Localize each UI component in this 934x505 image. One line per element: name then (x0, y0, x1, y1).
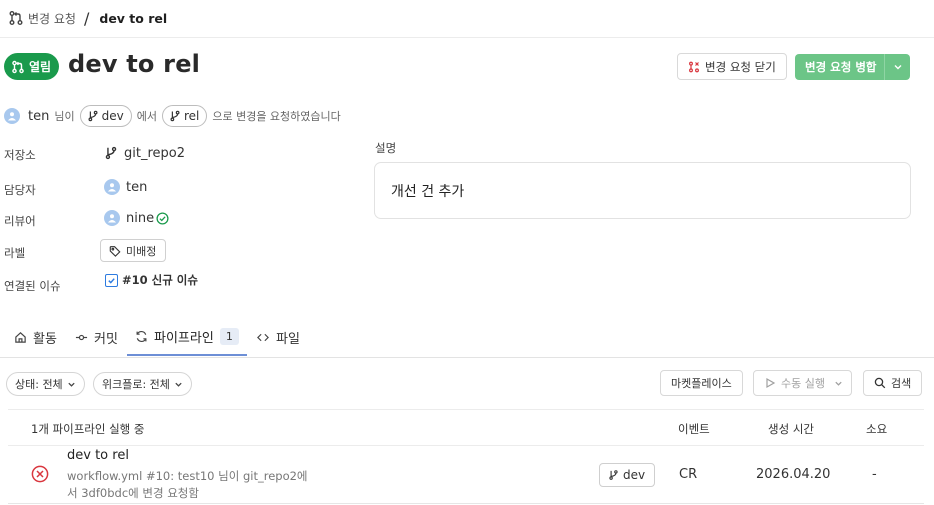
breadcrumb-section-link[interactable]: 변경 요청 (28, 10, 76, 27)
linked-issue-link[interactable]: #10 신규 이슈 (105, 272, 198, 288)
merge-button[interactable]: 변경 요청 병합 (795, 54, 887, 80)
run-branch-label: dev (623, 468, 646, 482)
search-icon (874, 377, 886, 389)
code-icon (256, 331, 270, 344)
run-duration: - (872, 467, 877, 482)
pipeline-run-title[interactable]: dev to rel (67, 448, 129, 463)
close-request-button[interactable]: 변경 요청 닫기 (677, 53, 787, 80)
request-summary: ten 님이 dev 에서 rel 으로 변경을 요청하였습니다 (4, 105, 341, 127)
branch-icon (87, 110, 99, 122)
description-box: 개선 건 추가 (374, 162, 911, 219)
status-filter-label: 상태: 전체 (15, 378, 63, 391)
reviewer-name: nine (126, 210, 155, 226)
labels-button[interactable]: 미배정 (100, 239, 167, 262)
run-event: CR (679, 467, 698, 482)
column-header-duration: 소요 (866, 422, 888, 436)
home-icon (14, 331, 27, 344)
run-created-time: 2026.04.20 (756, 467, 831, 482)
requester-name[interactable]: ten (28, 109, 49, 124)
pipeline-icon (135, 330, 148, 343)
status-filter[interactable]: 상태: 전체 (6, 372, 85, 396)
pipeline-run-detail: workflow.yml #10: test10 님이 git_repo2에서 … (67, 469, 308, 500)
chevron-down-icon (174, 380, 183, 389)
merge-options-dropdown[interactable] (884, 54, 910, 80)
breadcrumb-separator: / (83, 8, 90, 28)
repository-branch-icon (104, 145, 118, 161)
page-title: dev to rel (68, 50, 201, 78)
status-badge-label: 열림 (29, 60, 52, 74)
assignee-name: ten (126, 179, 148, 195)
assignee-label: 담당자 (4, 183, 36, 197)
marketplace-label: 마켓플레이스 (671, 377, 732, 390)
chevron-down-icon (834, 379, 843, 388)
status-badge: 열림 (4, 53, 60, 80)
branch-icon (169, 110, 181, 122)
tab-count-badge: 1 (219, 327, 239, 345)
avatar (104, 210, 120, 226)
description-label: 설명 (375, 141, 397, 155)
source-branch-label: dev (101, 109, 124, 123)
pipeline-run-summary: 1개 파이프라인 실행 중 (31, 422, 145, 436)
repository-name: git_repo2 (124, 145, 185, 161)
search-button[interactable]: 검색 (863, 370, 923, 396)
column-header-created: 생성 시간 (768, 422, 814, 436)
tab-pipelines[interactable]: 파이프라인 1 (127, 318, 247, 356)
breadcrumb: 변경 요청 / dev to rel (8, 8, 167, 28)
repository-value[interactable]: git_repo2 (104, 145, 185, 161)
tag-icon (109, 245, 121, 257)
tab-activity[interactable]: 활동 (14, 318, 57, 356)
request-text: 으로 변경을 요청하였습니다 (212, 110, 341, 123)
failed-status-icon (31, 465, 49, 483)
close-merge-request-icon (688, 61, 700, 73)
request-text: 님이 (54, 110, 75, 123)
tab-label: 파일 (276, 331, 300, 347)
reviewer-label: 리뷰어 (4, 214, 36, 228)
target-branch-pill[interactable]: rel (161, 105, 208, 127)
tab-label: 활동 (33, 331, 57, 347)
description-text: 개선 건 추가 (391, 184, 465, 200)
manual-run-button[interactable]: 수동 실행 (753, 370, 852, 396)
linked-issue-text: #10 신규 이슈 (122, 273, 198, 287)
reviewer-value[interactable]: nine (104, 210, 169, 226)
avatar (104, 179, 120, 195)
chevron-down-icon (893, 62, 903, 72)
source-branch-pill[interactable]: dev (79, 105, 132, 127)
merge-request-icon (8, 10, 24, 26)
commit-icon (75, 331, 88, 344)
close-request-label: 변경 요청 닫기 (705, 59, 776, 74)
repository-label: 저장소 (4, 148, 36, 162)
merge-request-icon (11, 60, 25, 74)
linked-issue-label: 연결된 이슈 (4, 279, 61, 293)
chevron-down-icon (67, 380, 76, 389)
target-branch-label: rel (183, 109, 200, 123)
play-icon (764, 377, 776, 389)
breadcrumb-current: dev to rel (99, 10, 168, 26)
request-text: 에서 (136, 110, 157, 123)
assignee-value[interactable]: ten (104, 179, 147, 195)
column-header-event: 이벤트 (678, 422, 710, 436)
search-label: 검색 (891, 377, 912, 390)
row-divider (8, 503, 924, 504)
labels-value: 미배정 (126, 244, 157, 258)
branch-icon (608, 469, 619, 481)
tabs-divider (0, 357, 934, 358)
workflow-filter-label: 위크플로: 전체 (102, 378, 170, 391)
workflow-filter[interactable]: 위크플로: 전체 (93, 372, 192, 396)
tab-label: 파이프라인 (154, 330, 214, 346)
check-circle-icon (156, 211, 169, 225)
issue-checkbox-icon (105, 273, 118, 287)
tab-files[interactable]: 파일 (256, 318, 300, 356)
tab-bar: 활동 커밋 파이프라인 1 파일 (0, 318, 934, 358)
labels-label: 라벨 (4, 246, 26, 260)
marketplace-button[interactable]: 마켓플레이스 (660, 370, 743, 396)
tab-commits[interactable]: 커밋 (75, 318, 118, 356)
top-divider (0, 37, 934, 38)
avatar (4, 108, 20, 124)
run-branch-button[interactable]: dev (599, 463, 656, 487)
manual-run-label: 수동 실행 (781, 377, 825, 390)
tab-label: 커밋 (94, 331, 118, 347)
